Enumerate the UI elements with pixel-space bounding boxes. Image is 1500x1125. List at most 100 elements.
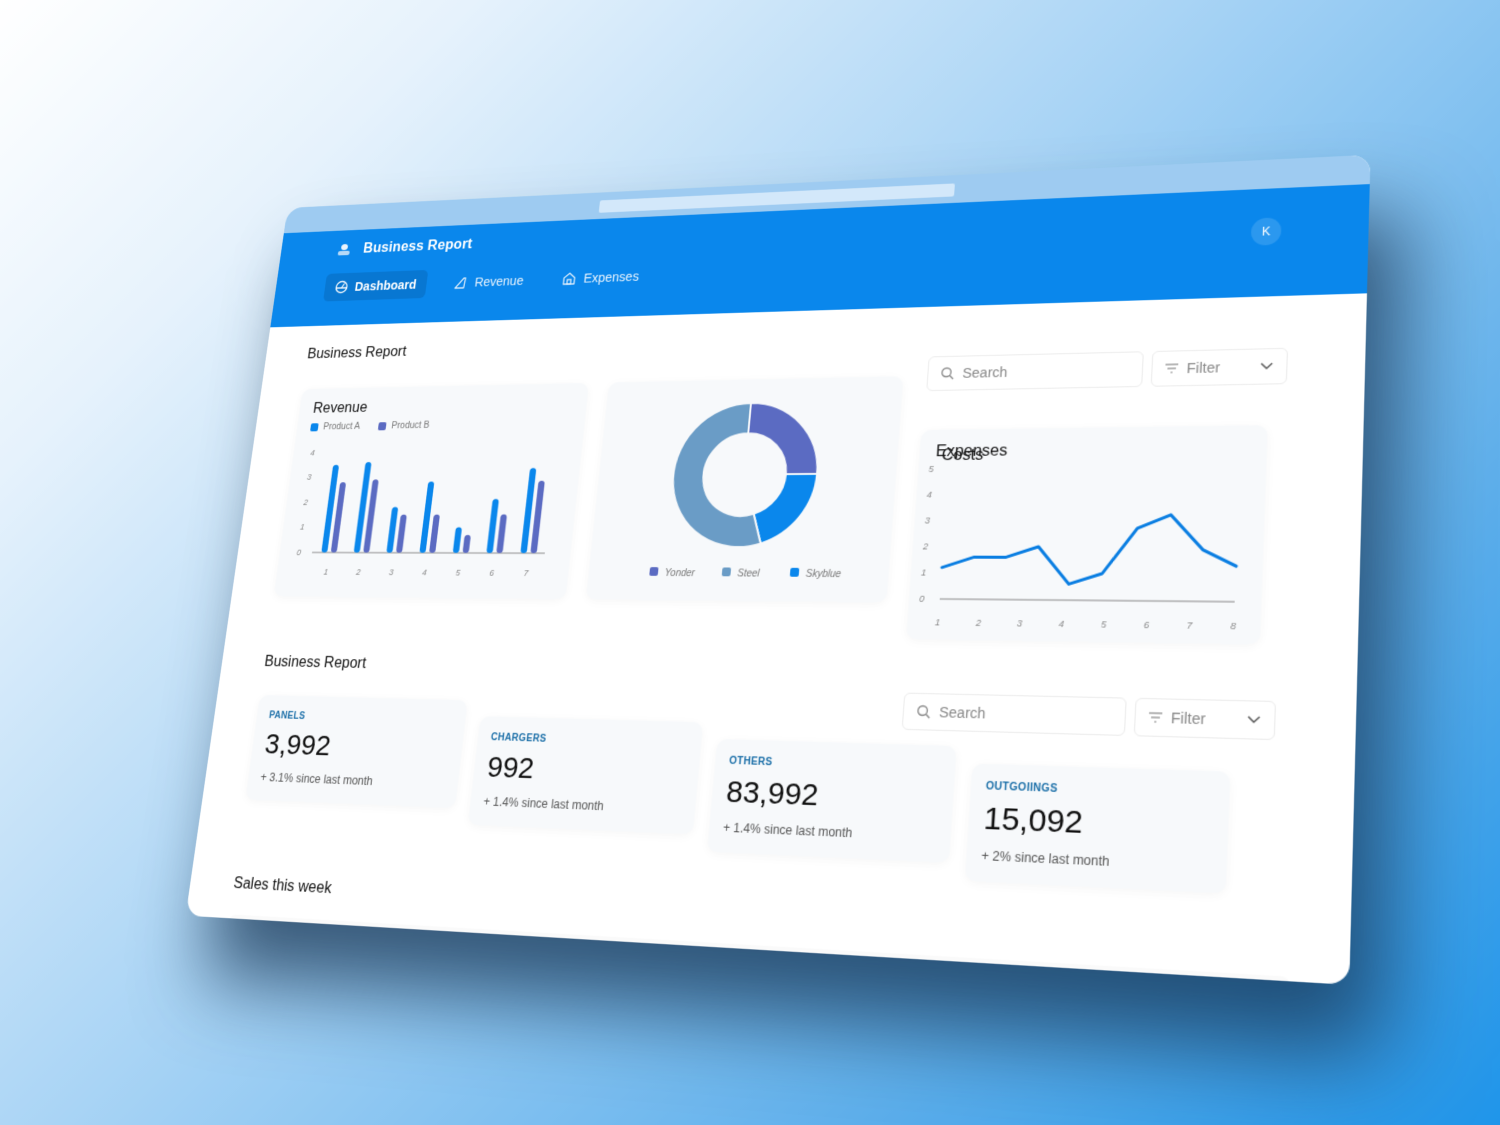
x-axis [312,552,545,553]
bar-product-b [462,534,471,553]
nav-label: Dashboard [353,277,418,294]
y-tick-label: 2 [302,498,308,507]
legend-item-product-b[interactable]: Product B [378,421,430,432]
filter-icon [1149,712,1163,723]
nav-item-expenses[interactable]: Expenses [550,261,651,293]
search-placeholder: Search [938,703,987,722]
stat-change: + 1.4% since last month [722,820,853,841]
nav-label: Expenses [582,268,640,286]
stat-change: + 3.1% since last month [259,770,374,789]
brand: Business Report [337,237,473,258]
legend-swatch [310,423,319,432]
legend-label: Product B [390,420,431,432]
bar-product-a [486,498,500,554]
x-tick-label: 3 [388,567,394,577]
stat-value: 15,092 [982,801,1084,841]
search-icon [897,966,913,982]
donut-chart: Yonder Steel Skyblue [649,386,842,580]
legend-label: Yonder [664,568,696,579]
filter-label: Filter [1158,980,1194,984]
bar-product-b [496,514,508,554]
y-tick-label: 1 [921,567,927,577]
stat-change: + 1.4% since last month [482,794,605,814]
x-tick-label: 3 [1017,618,1023,629]
legend-swatch [378,422,387,431]
y-tick-label: 0 [296,548,302,557]
stat-card-chargers[interactable]: CHARGERS 992 + 1.4% since last month [467,716,704,835]
revenue-bar-chart: 0 1 2 3 4 1 2 3 4 5 6 7 [296,448,567,578]
brand-title: Business Report [362,236,473,257]
x-tick-label: 6 [489,568,495,578]
legend-label: Product A [322,421,361,433]
legend-item-product-a[interactable]: Product A [310,422,361,433]
stat-value: 992 [485,750,536,786]
stat-card-panels[interactable]: PANELS 3,992 + 3.1% since last month [245,695,468,809]
legend-swatch [789,567,800,577]
mockup-stage: Business Report Dashboard Revenue Expens… [0,0,1500,1125]
nav-item-dashboard[interactable]: Dashboard [323,269,429,302]
filter-label: Filter [1170,709,1206,728]
x-tick-label: 2 [974,617,981,628]
expenses-line-chart: 0 1 2 3 4 5 1 2 3 4 5 6 7 8 [919,464,1251,632]
user-icon [338,244,351,257]
legend-label: Steel [737,568,761,579]
y-tick-label: 1 [300,523,306,532]
gauge-icon [334,280,349,294]
section-title: Business Report [263,653,368,672]
x-tick-label: 7 [1187,620,1194,631]
x-tick-label: 1 [935,617,941,628]
x-tick-label: 4 [422,568,428,578]
user-avatar[interactable]: K [1250,217,1282,246]
revenue-chart-card: Revenue Product A Product B 01234123 4 5… [273,382,590,600]
bar-product-b [429,514,440,553]
y-tick-label: 4 [310,448,316,457]
app-window: Business Report Dashboard Revenue Expens… [185,154,1371,985]
filter-dropdown[interactable]: Filter [1133,697,1277,741]
main-nav: Dashboard Revenue Expenses [323,261,651,302]
stat-value: 83,992 [724,775,820,813]
x-tick-label: 8 [1230,621,1236,632]
y-tick-label: 5 [928,464,934,474]
x-tick-label: 5 [1101,619,1107,630]
y-tick-label: 2 [922,541,929,551]
stat-change: + 2% since last month [980,848,1110,870]
home-icon [561,271,577,286]
y-tick: 5 [231,924,239,936]
expenses-line [941,515,1238,586]
x-tick-label: 7 [523,568,530,578]
x-tick-label: 6 [1143,620,1149,631]
donut-slice-skyblue [751,474,817,544]
search-placeholder: Search [920,966,970,985]
legend-swatch [721,567,732,577]
x-tick-label: 5 [455,568,461,578]
stat-card-others[interactable]: OTHERS 83,992 + 1.4% since last month [707,738,957,863]
legend-label: Skyblue [805,569,842,580]
chart-title: Revenue [312,400,369,417]
y-tick: 4 [227,956,234,968]
bar-product-a [386,506,399,553]
y-tick-label: 4 [926,490,932,500]
bar-product-a [452,527,463,553]
stat-label: OTHERS [728,755,773,769]
dashboard-content: Business Report Search Filter Revenue Pr… [186,293,1367,985]
donut-chart-card: Yonder Steel Skyblue [585,376,904,603]
y-tick-label: 0 [919,594,925,604]
chart-area-icon [453,275,469,290]
donut-slice-yonder [744,402,823,475]
legend-swatch [649,567,659,576]
y-tick-label: 3 [925,515,931,525]
stat-label: PANELS [268,710,306,722]
filter-icon [1136,982,1150,984]
nav-item-revenue[interactable]: Revenue [442,266,536,298]
revenue-legend: Product A Product B [310,418,571,432]
search-input[interactable]: Search [901,692,1127,736]
x-tick-label: 2 [355,567,362,577]
stat-value: 3,992 [262,728,333,763]
expenses-chart-card: Expenses Costs 01234512345678 [906,425,1268,645]
bar-product-b [395,514,407,553]
charts-row: Revenue Product A Product B 0 1 2 3 4 1 2 3 4 5… [269,367,1309,645]
chevron-down-icon [1247,715,1261,724]
stat-card-outgoings[interactable]: OUTGOIINGS 15,092 + 2% since last month [964,763,1231,894]
x-tick-label: 4 [1058,619,1064,630]
y-tick-label: 3 [306,473,312,482]
